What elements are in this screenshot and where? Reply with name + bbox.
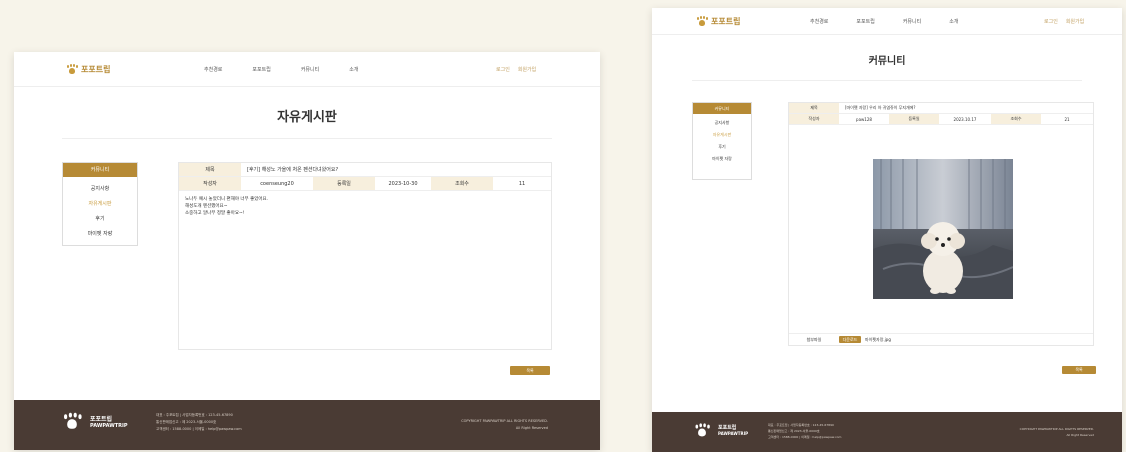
copyright-line: COPYRIGHT PAWPAWTRIP ALL RIGHTS RESERVED… bbox=[461, 419, 548, 423]
footer: 포포트립 PAWPAWTRIP 대표 : 주포트립 | 사업자등록번호 : 12… bbox=[14, 400, 600, 450]
post-views: 21 bbox=[1064, 116, 1070, 122]
subject-label: 제목 bbox=[789, 103, 839, 113]
footer-info-line: 고객센터 : 1588-0000 | 이메일 : help@pawpaw.com bbox=[768, 435, 842, 439]
login-link[interactable]: 로그인 bbox=[496, 66, 510, 73]
meta-row: 작성자 coenseung20 등록일 2023-10-30 조회수 11 bbox=[179, 177, 551, 191]
date-label: 등록일 bbox=[313, 177, 375, 190]
attachment-label: 첨부파일 bbox=[806, 336, 822, 342]
community-post-screenshot: 포포트립 추천경로 포포트립 커뮤니티 소개 로그인 회원가입 커뮤니티 커뮤니… bbox=[652, 8, 1122, 452]
post-date: 2023-10-30 bbox=[388, 180, 418, 187]
footer-info-line: 통신판매업신고 : 제 2023-서울-0000호 bbox=[156, 420, 217, 424]
views-label: 조회수 bbox=[431, 177, 493, 190]
attachment-filename[interactable]: 마이펫자랑.jpg bbox=[865, 337, 891, 343]
post-date: 2023.10.17 bbox=[953, 116, 977, 122]
download-button[interactable]: 다운로드 bbox=[839, 336, 861, 343]
nav-pawpawtrip[interactable]: 포포트립 bbox=[856, 18, 874, 25]
nav-pawpawtrip[interactable]: 포포트립 bbox=[252, 66, 270, 73]
paw-icon bbox=[694, 424, 710, 436]
brand-logo[interactable]: 포포트립 bbox=[66, 64, 110, 75]
main-nav: 추천경로 포포트립 커뮤니티 소개 bbox=[204, 66, 358, 73]
community-sidebar: 커뮤니티 공지사항 자유게시판 후기 마이펫 자랑 bbox=[62, 162, 138, 246]
sidebar-item-free-board[interactable]: 자유게시판 bbox=[63, 200, 137, 207]
pet-photo bbox=[873, 159, 1013, 299]
header: 포포트립 추천경로 포포트립 커뮤니티 소개 로그인 회원가입 bbox=[14, 52, 600, 86]
nav-recommend[interactable]: 추천경로 bbox=[204, 66, 222, 73]
sidebar-item-notice[interactable]: 공지사항 bbox=[63, 185, 137, 192]
post-detail: 제목 [후기] 해성노 가을에 처온 펜션다녀왔어요? 작성자 coenseun… bbox=[178, 162, 552, 350]
post-subject: [마이펫 자랑] 우리 아 귀엽쥬이 무지개에? bbox=[845, 105, 916, 110]
sidebar-header: 커뮤니티 bbox=[693, 103, 751, 114]
post-body-line: 소중하고 알나무 정말 좋아요~! bbox=[185, 211, 245, 216]
signup-link[interactable]: 회원가입 bbox=[518, 66, 536, 73]
paw-icon bbox=[696, 17, 708, 26]
paw-icon bbox=[62, 414, 81, 429]
footer-brand-name: 포포트립 bbox=[718, 425, 737, 431]
sidebar-item-review[interactable]: 후기 bbox=[63, 215, 137, 222]
copyright-line: All Right Reserved bbox=[515, 426, 548, 430]
author-label: 작성자 bbox=[789, 114, 839, 124]
meta-row: 작성자 paw128 등록일 2023.10.17 조회수 21 bbox=[789, 114, 1093, 125]
signup-link[interactable]: 회원가입 bbox=[1066, 18, 1084, 25]
footer-info: 대표 : 주포트립 | 사업자등록번호 : 123-45-67890 통신판매업… bbox=[768, 422, 841, 440]
sidebar-header: 커뮤니티 bbox=[63, 163, 137, 177]
footer-brand-name-en: PAWPAWTRIP bbox=[718, 431, 749, 436]
copyright-line: All Right Reserved bbox=[1066, 433, 1095, 437]
page-title: 커뮤니티 bbox=[868, 56, 906, 67]
title-divider bbox=[692, 80, 1082, 81]
post-subject: [후기] 해성노 가을에 처온 펜션다녀왔어요? bbox=[247, 167, 339, 173]
nav-recommend[interactable]: 추천경로 bbox=[810, 18, 828, 25]
auth-links: 로그인 회원가입 bbox=[1044, 18, 1084, 25]
date-label: 등록일 bbox=[889, 114, 939, 124]
auth-links: 로그인 회원가입 bbox=[496, 66, 536, 73]
nav-community[interactable]: 커뮤니티 bbox=[301, 66, 319, 73]
sidebar-item-pet-brag[interactable]: 마이펫 자랑 bbox=[693, 156, 751, 162]
footer-brand-name: 포포트립 bbox=[90, 416, 113, 423]
dog-photo-image bbox=[873, 159, 1013, 299]
footer-copyright: COPYRIGHT PAWPAWTRIP ALL RIGHTS RESERVED… bbox=[1020, 426, 1094, 438]
views-label: 조회수 bbox=[991, 114, 1041, 124]
sidebar-item-pet-brag[interactable]: 마이펫 자랑 bbox=[63, 230, 137, 237]
sidebar-item-notice[interactable]: 공지사항 bbox=[693, 120, 751, 126]
free-board-screenshot: 포포트립 추천경로 포포트립 커뮤니티 소개 로그인 회원가입 자유게시판 커뮤… bbox=[14, 52, 600, 450]
footer-info-line: 고객센터 : 1588-0000 | 이메일 : help@pawpaw.com bbox=[156, 427, 242, 431]
brand-logo[interactable]: 포포트립 bbox=[696, 16, 740, 27]
attachment-row: 첨부파일 다운로드 마이펫자랑.jpg bbox=[789, 333, 1093, 345]
nav-about[interactable]: 소개 bbox=[949, 18, 958, 25]
list-button[interactable]: 목록 bbox=[510, 366, 550, 375]
page-title: 자유게시판 bbox=[277, 110, 337, 125]
title-divider bbox=[62, 138, 552, 139]
main-nav: 추천경로 포포트립 커뮤니티 소개 bbox=[810, 18, 958, 25]
post-body-line: 노나두 예시 놓았더니 편해야 너무 좋았어요. bbox=[185, 197, 269, 202]
paw-icon bbox=[66, 65, 78, 74]
footer: 포포트립 PAWPAWTRIP 대표 : 주포트립 | 사업자등록번호 : 12… bbox=[652, 412, 1122, 452]
footer-copyright: COPYRIGHT PAWPAWTRIP ALL RIGHTS RESERVED… bbox=[461, 418, 548, 432]
footer-brand-name-en: PAWPAWTRIP bbox=[90, 423, 128, 429]
post-body-line: 해성도개 펜션했어요~ bbox=[185, 204, 228, 209]
post-detail: 제목 [마이펫 자랑] 우리 아 귀엽쥬이 무지개에? 작성자 paw128 등… bbox=[788, 102, 1094, 346]
list-button[interactable]: 목록 bbox=[1062, 366, 1096, 374]
sidebar-item-review[interactable]: 후기 bbox=[693, 144, 751, 150]
header-divider bbox=[652, 34, 1122, 35]
subject-row: 제목 [후기] 해성노 가을에 처온 펜션다녀왔어요? bbox=[179, 163, 551, 177]
subject-label: 제목 bbox=[179, 163, 241, 176]
header: 포포트립 추천경로 포포트립 커뮤니티 소개 로그인 회원가입 bbox=[652, 8, 1122, 42]
post-author: coenseung20 bbox=[260, 180, 294, 187]
post-body: 노나두 예시 놓았더니 편해야 너무 좋았어요. 해성도개 펜션했어요~ 소중하… bbox=[179, 191, 551, 222]
post-author: paw128 bbox=[856, 116, 872, 122]
login-link[interactable]: 로그인 bbox=[1044, 18, 1058, 25]
author-label: 작성자 bbox=[179, 177, 241, 190]
footer-logo: 포포트립 PAWPAWTRIP bbox=[64, 414, 128, 429]
footer-info: 대표 : 주포트립 | 사업자등록번호 : 123-45-67890 통신판매업… bbox=[156, 412, 242, 433]
header-divider bbox=[14, 86, 600, 87]
nav-about[interactable]: 소개 bbox=[349, 66, 358, 73]
subject-row: 제목 [마이펫 자랑] 우리 아 귀엽쥬이 무지개에? bbox=[789, 103, 1093, 114]
footer-logo: 포포트립 PAWPAWTRIP bbox=[694, 424, 749, 436]
footer-info-line: 대표 : 주포트립 | 사업자등록번호 : 123-45-67890 bbox=[156, 413, 233, 417]
post-views: 11 bbox=[518, 180, 526, 187]
nav-community[interactable]: 커뮤니티 bbox=[903, 18, 921, 25]
community-sidebar: 커뮤니티 공지사항 자유게시판 후기 마이펫 자랑 bbox=[692, 102, 752, 180]
sidebar-item-free-board[interactable]: 자유게시판 bbox=[693, 132, 751, 138]
